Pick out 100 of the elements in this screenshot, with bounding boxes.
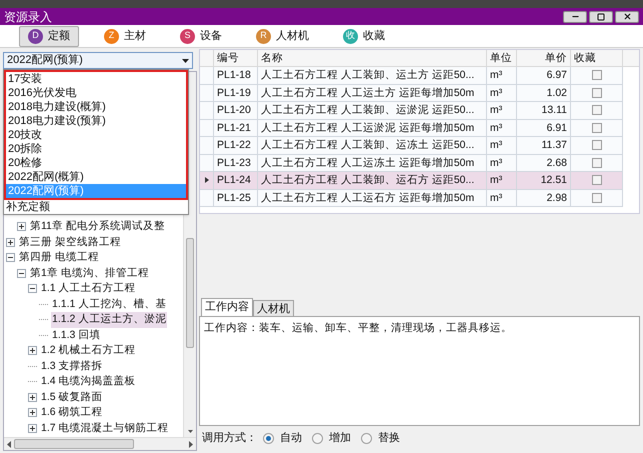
tree-item[interactable]: 第1章 电缆沟、排管工程: [29, 266, 150, 281]
tree-item[interactable]: 第四册 电缆工程: [18, 250, 100, 266]
detail-tab[interactable]: 人材机: [253, 300, 294, 316]
table-cell: 6.97: [517, 67, 571, 84]
table-cell: m³: [487, 190, 517, 207]
toolbar-tab[interactable]: D 定额: [19, 26, 79, 46]
scroll-right-icon[interactable]: [188, 440, 194, 448]
tree-item[interactable]: 1.1.3 回填: [51, 328, 102, 343]
collapse-icon[interactable]: [17, 268, 26, 278]
minimize-button[interactable]: [563, 10, 587, 22]
dropdown-option[interactable]: 2022配网(概算): [6, 170, 186, 184]
dropdown-option[interactable]: 2016光伏发电: [6, 86, 186, 100]
row-header-cell[interactable]: [200, 137, 214, 154]
row-header-cell[interactable]: [200, 120, 214, 137]
toolbar-tab[interactable]: S 设备: [171, 26, 231, 46]
expand-icon[interactable]: [28, 424, 37, 433]
tree-item[interactable]: 1.1.1 人工挖沟、槽、基: [51, 296, 168, 312]
tree-item[interactable]: 1.7 电缆混凝土与钢筋工程: [40, 420, 170, 436]
column-header[interactable]: 名称: [258, 50, 487, 67]
table-cell: 人工土石方工程 人工装卸、运石方 运距50...: [258, 172, 487, 190]
table-cell: 11.37: [517, 137, 571, 154]
table-cell: 人工土石方工程 人工装卸、运冻土 运距50...: [258, 137, 487, 154]
tree-item[interactable]: 1.1.2 人工运土方、淤泥: [51, 312, 168, 328]
favorite-checkbox[interactable]: [592, 105, 602, 116]
detail-tab[interactable]: 工作内容: [201, 298, 253, 316]
dropdown-option[interactable]: 17安装: [6, 72, 186, 86]
dropdown-option[interactable]: 20拆除: [6, 142, 186, 156]
table-cell: PL1-25: [214, 190, 258, 207]
favorite-checkbox[interactable]: [592, 122, 602, 133]
table-cell: m³: [487, 154, 517, 172]
toolbar-tab[interactable]: 收 收藏: [334, 26, 394, 46]
window-title: 资源录入: [4, 8, 52, 26]
favorite-checkbox[interactable]: [592, 140, 602, 150]
column-header[interactable]: 收藏: [571, 50, 623, 67]
tree-item[interactable]: 1.5 破复路面: [40, 390, 104, 405]
tree-item[interactable]: 1.6 砌筑工程: [40, 405, 104, 420]
row-header-cell[interactable]: [200, 190, 214, 207]
tree-item[interactable]: 第三册 架空线路工程: [18, 234, 122, 250]
tab-badge: R: [256, 28, 271, 44]
favorite-checkbox[interactable]: [592, 70, 602, 80]
expand-icon[interactable]: [28, 392, 37, 402]
horizontal-scrollbar[interactable]: [4, 437, 196, 450]
scrollbar-thumb[interactable]: [14, 439, 134, 449]
dropdown-option[interactable]: 2018电力建设(预算): [6, 114, 186, 128]
maximize-icon: [597, 12, 605, 20]
toolbar-tab[interactable]: R 人材机: [247, 26, 318, 46]
radio-button[interactable]: [361, 432, 372, 444]
expand-icon[interactable]: [28, 408, 37, 418]
table-cell: 2.98: [517, 190, 571, 207]
dropdown-option[interactable]: 20技改: [6, 128, 186, 142]
table-cell: m³: [487, 67, 517, 84]
row-header-cell[interactable]: [200, 154, 214, 172]
scrollbar-thumb[interactable]: [186, 238, 194, 348]
radio-label[interactable]: 自动: [280, 430, 302, 446]
row-header-cell[interactable]: [200, 67, 214, 84]
dropdown-option[interactable]: 补充定额: [4, 200, 188, 214]
favorite-checkbox[interactable]: [592, 192, 602, 203]
expand-icon[interactable]: [6, 238, 15, 247]
table-cell: 人工土石方工程 人工运冻土 运距每增加50m: [258, 154, 487, 172]
favorite-checkbox[interactable]: [592, 158, 602, 168]
caret-icon: [182, 58, 189, 62]
maximize-button[interactable]: [589, 10, 613, 22]
table-cell: 6.91: [517, 120, 571, 137]
table-cell: PL1-23: [214, 154, 258, 172]
row-header-cell[interactable]: [200, 172, 214, 190]
collapse-icon[interactable]: [6, 253, 15, 262]
table-cell: 13.11: [517, 102, 571, 120]
library-dropdown[interactable]: 2022配网(预算): [3, 52, 193, 69]
expand-icon[interactable]: [28, 346, 37, 356]
scroll-left-icon[interactable]: [6, 440, 12, 448]
table-cell: 人工土石方工程 人工运石方 运距每增加50m: [258, 190, 487, 207]
table-cell: 12.51: [517, 172, 571, 190]
table-cell: 2.68: [517, 154, 571, 172]
tab-badge: 收: [343, 28, 358, 44]
expand-icon[interactable]: [17, 222, 26, 232]
table-cell: m³: [487, 137, 517, 154]
dropdown-option[interactable]: 20检修: [6, 156, 186, 170]
row-header-cell[interactable]: [200, 84, 214, 102]
column-header[interactable]: 单价: [517, 50, 571, 67]
collapse-icon[interactable]: [28, 284, 37, 294]
tree-item[interactable]: 1.4 电缆沟揭盖盖板: [40, 374, 137, 390]
favorite-checkbox[interactable]: [592, 88, 602, 98]
radio-label[interactable]: 增加: [329, 430, 351, 446]
radio-label[interactable]: 替换: [378, 430, 400, 446]
radio-button[interactable]: [312, 432, 323, 444]
column-header[interactable]: 编号: [214, 50, 258, 67]
tree-item[interactable]: 1.1 人工土石方工程: [40, 281, 137, 296]
tab-badge: D: [28, 28, 43, 44]
close-button[interactable]: [615, 10, 639, 22]
dropdown-option[interactable]: 2018电力建设(概算): [6, 100, 186, 114]
row-header-cell[interactable]: [200, 102, 214, 120]
favorite-checkbox[interactable]: [592, 175, 602, 186]
column-header[interactable]: 单位: [487, 50, 517, 67]
tree-item[interactable]: 第11章 配电分系统调试及整: [29, 219, 166, 234]
toolbar-tab[interactable]: Z 主材: [95, 26, 155, 46]
table-cell: m³: [487, 84, 517, 102]
radio-button[interactable]: [263, 432, 274, 444]
tree-item[interactable]: 1.3 支撑搭拆: [40, 358, 104, 374]
tab-badge: Z: [104, 28, 119, 44]
tree-item[interactable]: 1.2 机械土石方工程: [40, 343, 137, 358]
